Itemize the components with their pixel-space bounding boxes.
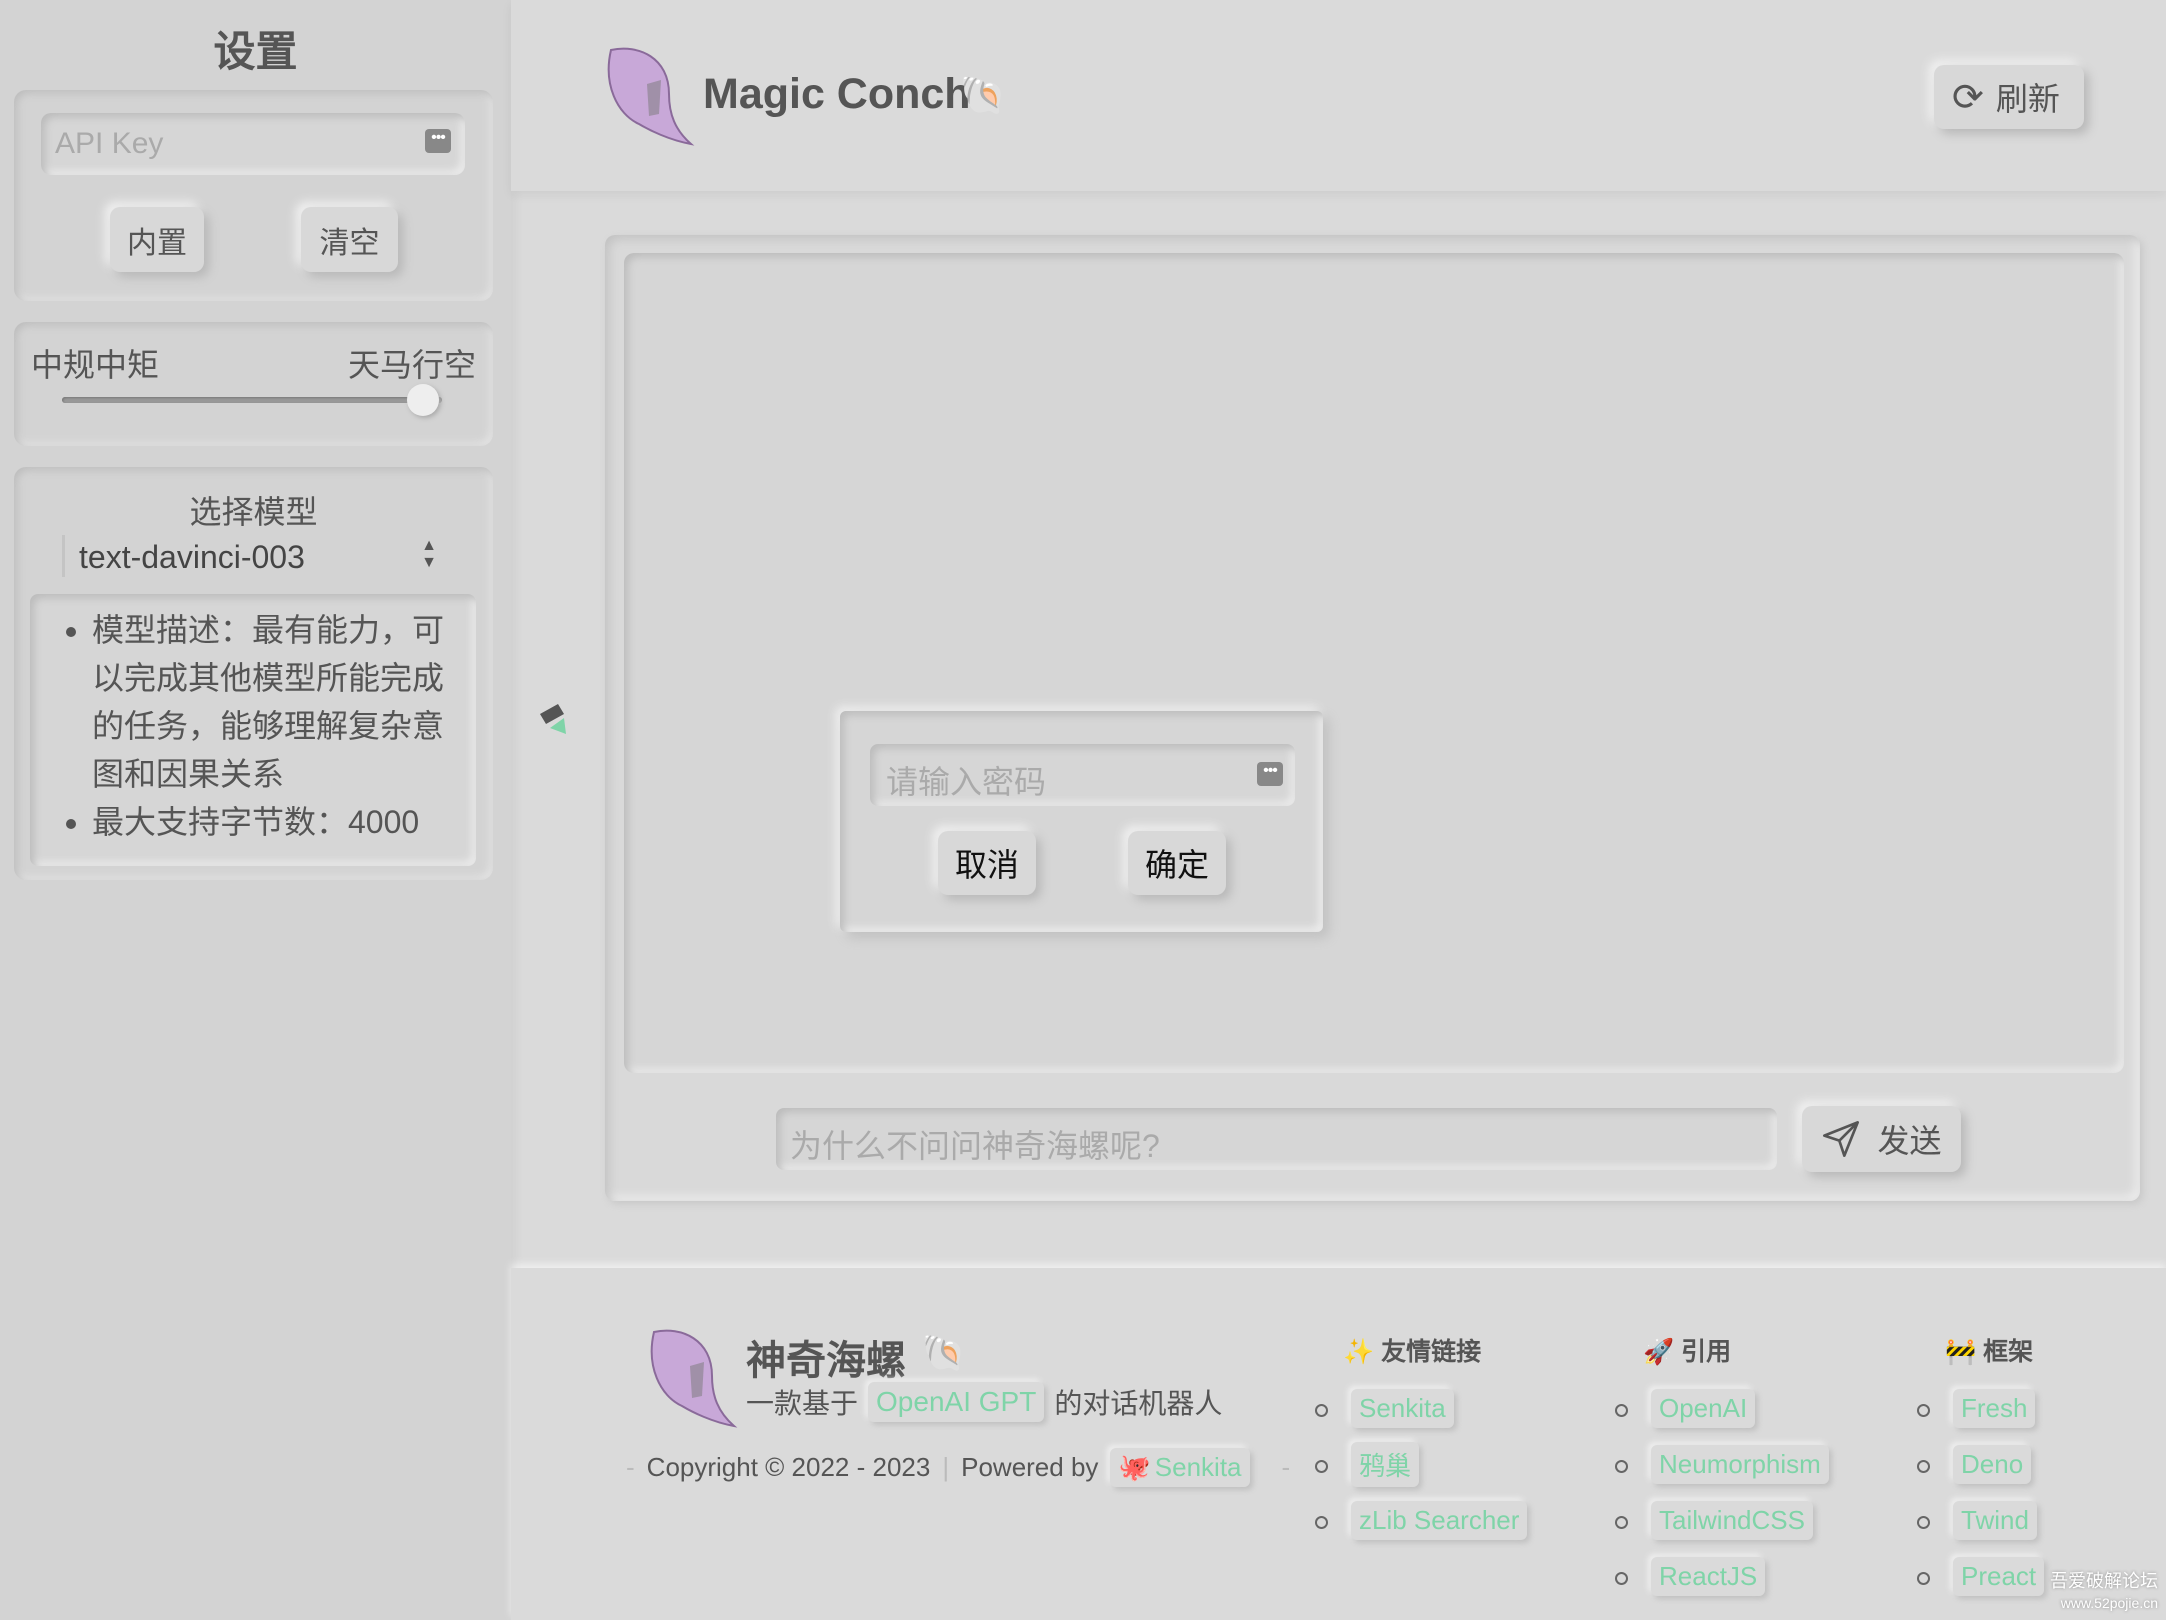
- settings-sidebar: 设置 API Key ••• 内置 清空 中规中矩 天马行空 选择模型 text…: [0, 0, 511, 1620]
- confirm-button[interactable]: 确定: [1128, 831, 1226, 895]
- api-key-placeholder: API Key: [55, 127, 164, 160]
- rocket-icon: 🚀: [1643, 1338, 1675, 1366]
- api-key-input[interactable]: API Key •••: [41, 113, 465, 175]
- cancel-button[interactable]: 取消: [938, 831, 1036, 895]
- footer-column-friends: ✨ 友情链接 Senkita 鸦巢 zLib Searcher: [1314, 1332, 1527, 1548]
- sparkles-icon: ✨: [1343, 1338, 1375, 1366]
- password-input[interactable]: 请输入密码 •••: [870, 744, 1295, 806]
- powered-by-text: Powered by: [961, 1452, 1099, 1482]
- subtitle-prefix: 一款基于: [746, 1388, 859, 1419]
- divider: -: [626, 1452, 635, 1482]
- model-card: 选择模型 text-davinci-003 ▲▼ 模型描述：最有能力，可以完成其…: [14, 467, 493, 880]
- footer-link[interactable]: ReactJS: [1651, 1557, 1765, 1596]
- watermark-line: www.52pojie.cn: [2060, 1595, 2158, 1611]
- builtin-button[interactable]: 内置: [110, 207, 204, 272]
- message-area: [624, 253, 2124, 1073]
- api-key-card: API Key ••• 内置 清空: [14, 90, 493, 301]
- send-icon: [1823, 1121, 1860, 1157]
- model-label: 选择模型: [189, 494, 318, 530]
- footer-column-frameworks: 🚧 框架 Fresh Deno Twind Preact: [1916, 1332, 2044, 1604]
- refresh-label: 刷新: [1995, 81, 2060, 117]
- send-button[interactable]: 发送: [1802, 1106, 1961, 1172]
- copyright-text: Copyright © 2022 - 2023: [646, 1452, 931, 1482]
- header: Magic Conch 🐚 ⟳ 刷新: [511, 0, 2166, 191]
- watermark: 吾爱破解论坛 www.52pojie.cn: [2050, 1570, 2158, 1614]
- openai-gpt-link[interactable]: OpenAI GPT: [868, 1382, 1044, 1422]
- footer-link[interactable]: OpenAI: [1651, 1389, 1755, 1428]
- footer-link[interactable]: Neumorphism: [1651, 1445, 1829, 1484]
- footer: 神奇海螺 🐚 一款基于 OpenAI GPT 的对话机器人 - Copyrigh…: [511, 1268, 2166, 1620]
- footer-link[interactable]: Deno: [1953, 1445, 2031, 1484]
- sidebar-title: 设置: [213, 28, 298, 75]
- footer-column-references: 🚀 引用 OpenAI Neumorphism TailwindCSS Reac…: [1615, 1332, 1829, 1604]
- chat-input[interactable]: 为什么不问问神奇海螺呢?: [776, 1108, 1777, 1170]
- temperature-card: 中规中矩 天马行空: [14, 322, 493, 446]
- model-description-item: 模型描述：最有能力，可以完成其他模型所能完成的任务，能够理解复杂意图和因果关系: [92, 606, 452, 798]
- footer-link[interactable]: zLib Searcher: [1351, 1501, 1527, 1540]
- password-dialog: 请输入密码 ••• 取消 确定: [840, 711, 1323, 932]
- temperature-min-label: 中规中矩: [31, 347, 160, 383]
- watermark-line: 吾爱破解论坛: [2050, 1571, 2158, 1591]
- refresh-icon: ⟳: [1952, 76, 1984, 119]
- password-placeholder: 请输入密码: [886, 764, 1047, 800]
- column-title: 框架: [1983, 1338, 2034, 1366]
- select-arrows-icon: ▲ ▼: [421, 537, 437, 571]
- send-label: 发送: [1877, 1123, 1942, 1159]
- copyright-line: - Copyright © 2022 - 2023 | Powered by 🐙…: [626, 1448, 1290, 1487]
- temperature-slider-track[interactable]: [62, 397, 442, 403]
- column-title: 引用: [1681, 1338, 1732, 1366]
- footer-title: 神奇海螺: [746, 1339, 906, 1383]
- app-title: Magic Conch: [703, 70, 971, 118]
- chat-input-placeholder: 为什么不问问神奇海螺呢?: [790, 1128, 1160, 1164]
- temperature-slider-thumb[interactable]: [407, 384, 439, 416]
- subtitle-suffix: 的对话机器人: [1054, 1388, 1223, 1419]
- shell-emoji-icon: 🐚: [959, 75, 1007, 117]
- column-title: 友情链接: [1381, 1338, 1482, 1366]
- password-manager-icon[interactable]: •••: [425, 129, 451, 153]
- senkita-github-link[interactable]: 🐙 Senkita: [1110, 1448, 1249, 1487]
- divider: |: [942, 1452, 950, 1482]
- footer-link[interactable]: TailwindCSS: [1651, 1501, 1813, 1540]
- shell-emoji-icon: 🐚: [921, 1332, 966, 1373]
- footer-link[interactable]: Senkita: [1351, 1389, 1454, 1428]
- model-description: 模型描述：最有能力，可以完成其他模型所能完成的任务，能够理解复杂意图和因果关系 …: [30, 594, 476, 866]
- model-max-bytes-item: 最大支持字节数：4000: [92, 798, 452, 846]
- footer-subtitle: 一款基于 OpenAI GPT 的对话机器人: [746, 1382, 1222, 1422]
- github-icon: 🐙: [1118, 1452, 1151, 1482]
- refresh-button[interactable]: ⟳ 刷新: [1934, 65, 2084, 129]
- footer-link[interactable]: Twind: [1953, 1501, 2037, 1540]
- footer-link[interactable]: Fresh: [1953, 1389, 2035, 1428]
- footer-link[interactable]: 鸦巢: [1351, 1442, 1419, 1487]
- model-select[interactable]: text-davinci-003 ▲ ▼: [62, 535, 445, 577]
- clear-button[interactable]: 清空: [301, 207, 398, 272]
- chat-panel: 为什么不问问神奇海螺呢? 发送: [605, 235, 2140, 1201]
- divider: -: [1281, 1452, 1291, 1482]
- footer-link[interactable]: Preact: [1953, 1557, 2044, 1596]
- model-selected-value: text-davinci-003: [79, 539, 305, 575]
- password-manager-icon[interactable]: •••: [1257, 762, 1283, 786]
- temperature-max-label: 天马行空: [347, 347, 476, 383]
- powered-link-label: Senkita: [1154, 1452, 1242, 1482]
- conch-logo-icon: [607, 47, 695, 146]
- construction-icon: 🚧: [1945, 1338, 1977, 1366]
- footer-conch-logo-icon: [650, 1329, 738, 1428]
- sidebar-toggle-icon[interactable]: [536, 700, 572, 740]
